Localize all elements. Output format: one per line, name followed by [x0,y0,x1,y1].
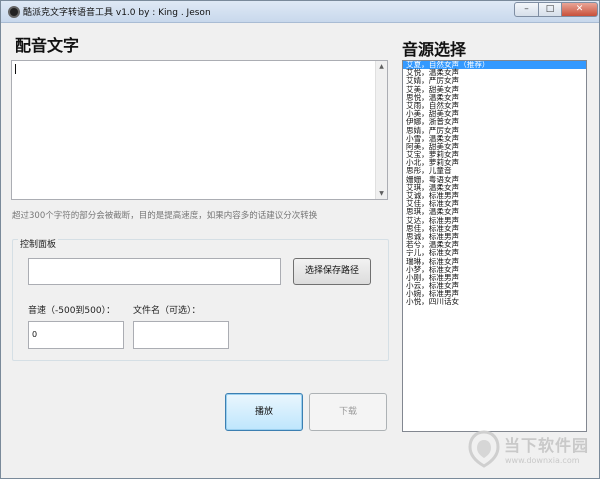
text-scrollbar[interactable]: ▲ ▼ [375,61,387,199]
scroll-up-arrow-icon[interactable]: ▲ [376,61,387,72]
window-title: 酷派克文字转语音工具 v1.0 by : King . Jeson [23,8,211,18]
voice-source-list[interactable]: 艾夏，自然女声（推荐） 艾悦，温柔女声 艾婧，严厉女声 艾美，甜美女声 思悦，温柔女声艾… [402,60,587,432]
scroll-down-arrow-icon[interactable]: ▼ [376,188,387,199]
select-save-path-button[interactable]: 选择保存路径 [293,258,371,285]
watermark: 当下软件园 www.downxia.com [467,428,597,474]
title-bar[interactable]: 酷派克文字转语音工具 v1.0 by : King . Jeson – □ ✕ [1,1,599,23]
download-button[interactable]: 下载 [309,393,387,431]
play-button[interactable]: 播放 [225,393,303,431]
filename-input[interactable] [133,321,229,349]
maximize-button[interactable]: □ [538,2,562,17]
close-button[interactable]: ✕ [561,2,598,17]
voice-list-item[interactable]: 小悦，四川话女 [403,298,586,306]
watermark-url: www.downxia.com [505,456,580,465]
app-logo-icon [8,6,20,18]
minimize-button[interactable]: – [514,2,539,17]
speed-input[interactable]: 0 [28,321,124,349]
text-caret [15,64,16,74]
voice-text-heading: 配音文字 [15,36,80,55]
watermark-brand: 当下软件园 [504,436,590,455]
voice-text-input[interactable]: ▲ ▼ [11,60,388,200]
speed-label: 音速（-500到500）： [28,306,116,316]
app-window: 酷派克文字转语音工具 v1.0 by : King . Jeson – □ ✕ … [0,0,600,479]
voice-source-heading: 音源选择 [402,40,467,59]
watermark-logo-icon [468,430,500,468]
control-panel-title: 控制面板 [18,237,59,250]
length-hint: 超过300个字符的部分会被截断，目的是提高速度，如果内容多的话建议分次转换 [12,211,318,221]
save-path-input[interactable] [28,258,281,285]
filename-label: 文件名（可选）： [133,306,201,316]
